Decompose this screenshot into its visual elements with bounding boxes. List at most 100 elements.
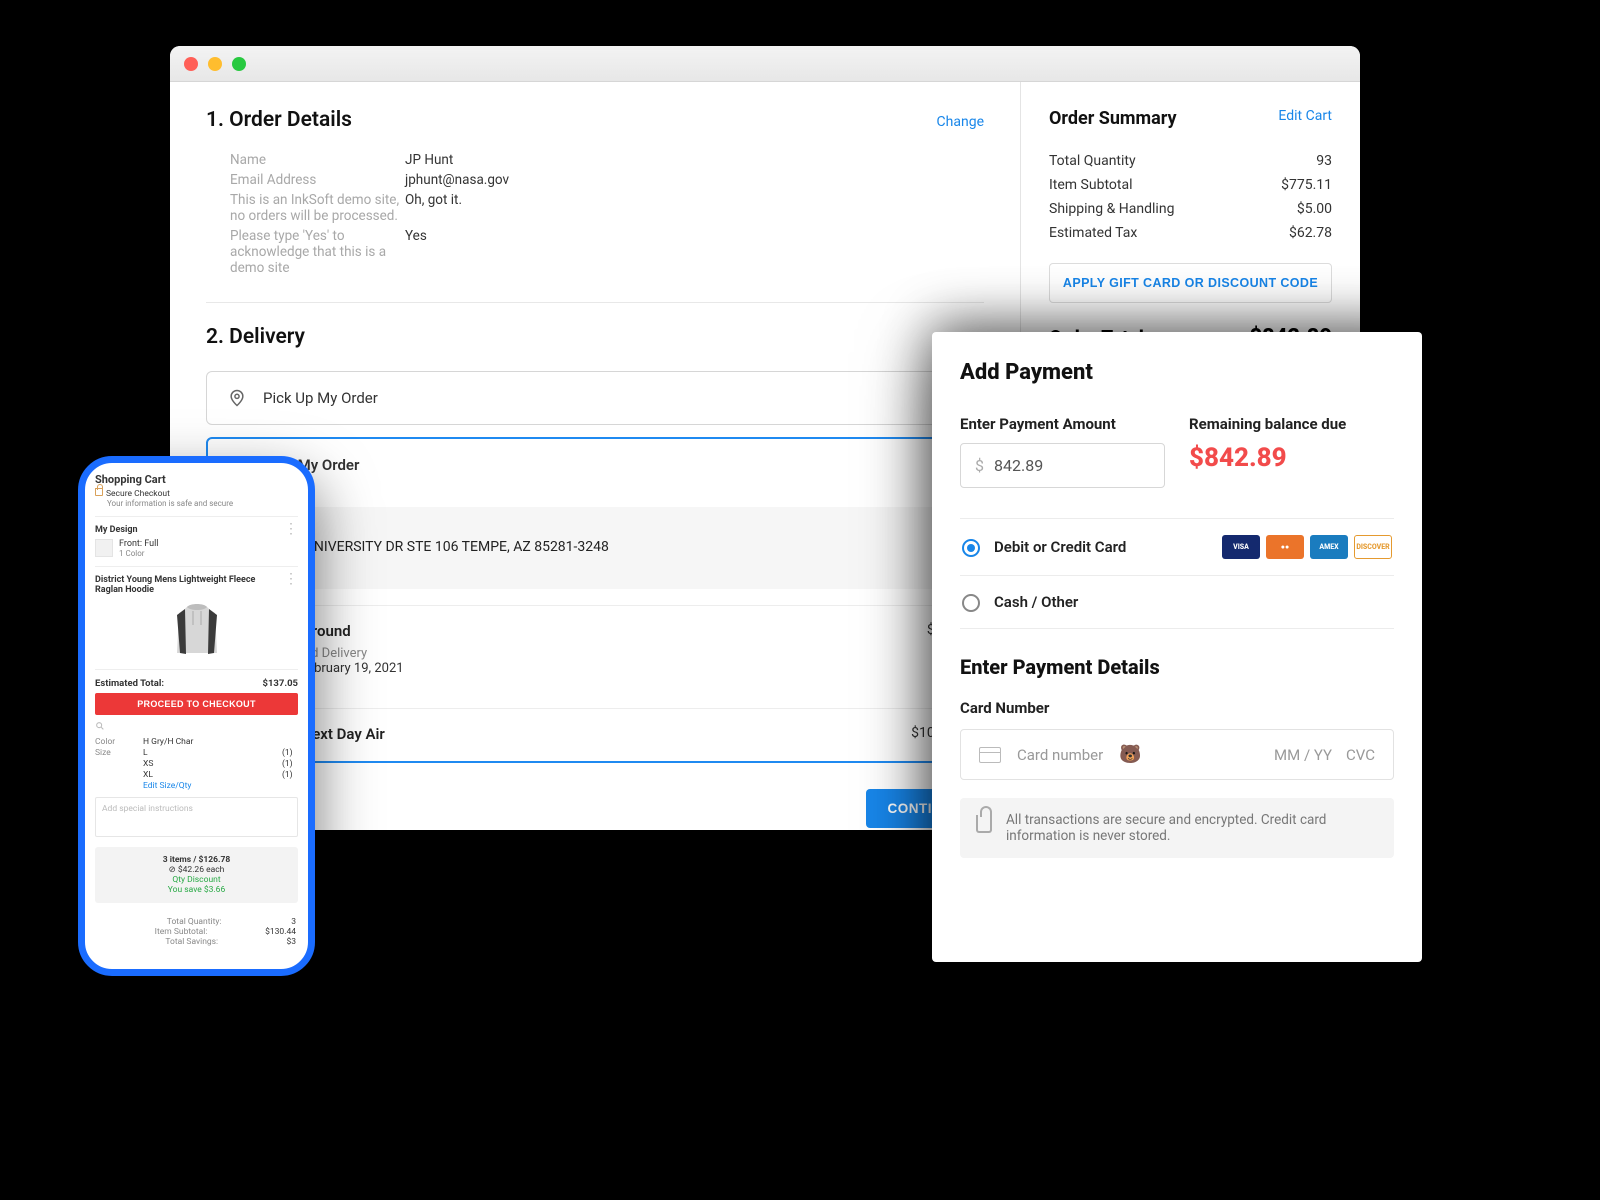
close-window-icon[interactable] (184, 57, 198, 71)
radio-icon (962, 594, 980, 612)
size-table: ColorH Gry/H Char SizeL(1) XS(1) XL(1) E… (95, 737, 298, 791)
product-name: District Young Mens Lightweight Fleece R… (95, 575, 275, 595)
payment-amount-label: Enter Payment Amount (960, 415, 1165, 433)
summary-value: 93 (1316, 153, 1332, 169)
summary-label: Estimated Tax (1049, 225, 1137, 241)
lock-icon (976, 815, 992, 833)
payment-amount-value: 842.89 (994, 456, 1043, 475)
ship-option-header[interactable]: Ship My Order (208, 439, 982, 491)
window-titlebar (170, 46, 1360, 82)
line-summary-box: 3 items / $126.78 ⊘ $42.26 each Qty Disc… (95, 847, 298, 903)
detail-label: This is an InkSoft demo site, no orders … (230, 192, 405, 224)
bottom-qty-label: Total Quantity: (97, 917, 291, 927)
minimize-window-icon[interactable] (208, 57, 222, 71)
detail-value: Oh, got it. (405, 192, 462, 208)
est-total-label: Estimated Total: (95, 678, 164, 689)
maximize-window-icon[interactable] (232, 57, 246, 71)
color-value: H Gry/H Char (143, 737, 282, 747)
summary-label: Item Subtotal (1049, 177, 1132, 193)
summary-label: Total Quantity (1049, 153, 1136, 169)
card-brand-icons: VISA ●● AMEX DISCOVER (1222, 535, 1392, 559)
more-icon[interactable]: ⋮ (284, 525, 298, 533)
mobile-cart-title: Shopping Cart (95, 473, 298, 486)
bottom-summary: Total Quantity:3 Item Subtotal:$130.44 T… (95, 917, 298, 947)
lock-icon (95, 488, 103, 496)
bear-icon: 🐻 (1119, 744, 1141, 765)
card-icon (979, 747, 1001, 763)
ship-to-address: 1830 W UNIVERSITY DR STE 106 TEMPE, AZ 8… (254, 539, 962, 555)
bottom-sav-label: Total Savings: (97, 937, 286, 947)
detail-label: Name (230, 152, 405, 168)
detail-value: jphunt@nasa.gov (405, 172, 509, 188)
amex-icon: AMEX (1310, 535, 1348, 559)
size-name: XL (143, 770, 153, 780)
bottom-sav-value: $3 (286, 937, 296, 947)
change-address-link[interactable]: Change (254, 559, 962, 575)
line1: 3 items / $126.78 (99, 855, 294, 865)
detail-value: JP Hunt (405, 152, 453, 168)
est-total-value: $137.05 (263, 678, 298, 689)
product-thumbnail (165, 601, 229, 661)
card-number-placeholder: Card number (1017, 746, 1103, 764)
order-details-change-link[interactable]: Change (937, 114, 984, 130)
radio-icon (962, 539, 980, 557)
card-expiry-placeholder: MM / YY (1274, 746, 1332, 764)
order-details-list: NameJP Hunt Email Addressjphunt@nasa.gov… (230, 152, 984, 276)
mobile-cart-preview: Shopping Cart Secure Checkout Your infor… (78, 456, 315, 976)
card-cvc-placeholder: CVC (1346, 746, 1375, 764)
size-name: L (143, 748, 148, 758)
secure-notice: All transactions are secure and encrypte… (960, 798, 1394, 858)
color-header: Color (95, 737, 143, 747)
qty-discount-label: Qty Discount (99, 875, 294, 885)
ship-rate-option[interactable]: UPS - Next Day Air$100.00 (208, 708, 982, 761)
detail-label: Please type 'Yes' to acknowledge that th… (230, 228, 405, 276)
payment-amount-input[interactable]: $ 842.89 (960, 443, 1165, 488)
payment-method-card[interactable]: Debit or Credit Card VISA ●● AMEX DISCOV… (960, 519, 1394, 576)
card-number-input[interactable]: Card number 🐻 MM / YY CVC (960, 729, 1394, 780)
card-number-label: Card Number (960, 699, 1394, 717)
location-pin-icon (227, 388, 247, 408)
apply-discount-button[interactable]: APPLY GIFT CARD OR DISCOUNT CODE (1049, 263, 1332, 303)
more-icon[interactable]: ⋮ (284, 575, 298, 583)
remaining-balance-value: $842.89 (1189, 443, 1394, 473)
mobile-secure-label: Secure Checkout (106, 489, 170, 499)
size-row: XL (143, 770, 282, 780)
edit-cart-link[interactable]: Edit Cart (1278, 108, 1332, 124)
search-icon[interactable] (95, 721, 105, 731)
payment-details-title: Enter Payment Details (960, 655, 1394, 679)
each-price: $42.26 each (178, 865, 225, 875)
you-save-label: You save $3.66 (99, 885, 294, 895)
payment-method-label: Cash / Other (994, 593, 1078, 611)
summary-title: Order Summary (1049, 108, 1177, 129)
summary-label: Shipping & Handling (1049, 201, 1174, 217)
size-row: L (143, 748, 282, 758)
edit-size-qty-link[interactable]: Edit Size/Qty (143, 781, 282, 791)
color-count: 1 Color (119, 549, 159, 558)
bottom-qty-value: 3 (291, 917, 296, 927)
detail-label: Email Address (230, 172, 405, 188)
size-qty: (1) (282, 770, 298, 780)
bottom-sub-value: $130.44 (265, 927, 296, 937)
summary-value: $62.78 (1289, 225, 1332, 241)
bottom-sub-label: Item Subtotal: (97, 927, 265, 937)
pickup-option[interactable]: Pick Up My Order (206, 371, 984, 425)
payment-method-label: Debit or Credit Card (994, 538, 1126, 556)
secure-text: All transactions are secure and encrypte… (1006, 812, 1378, 844)
mobile-secure-sub: Your information is safe and secure (107, 499, 298, 508)
design-title: My Design (95, 525, 138, 535)
delivery-title: 2. Delivery (206, 325, 984, 349)
size-name: XS (143, 759, 153, 769)
payment-method-cash[interactable]: Cash / Other (960, 576, 1394, 629)
proceed-to-checkout-button[interactable]: PROCEED TO CHECKOUT (95, 693, 298, 715)
discover-icon: DISCOVER (1354, 535, 1392, 559)
summary-value: $775.11 (1281, 177, 1332, 193)
visa-icon: VISA (1222, 535, 1260, 559)
ship-to-block: Ship to 1830 W UNIVERSITY DR STE 106 TEM… (208, 507, 982, 589)
mastercard-icon: ●● (1266, 535, 1304, 559)
add-payment-title: Add Payment (960, 360, 1394, 385)
order-details-title: 1. Order Details (206, 108, 352, 132)
ship-rate-option[interactable]: UPS - Ground$5.00 Estimated DeliveryFrid… (208, 605, 982, 692)
special-instructions-input[interactable]: Add special instructions (95, 797, 298, 837)
pickup-label: Pick Up My Order (263, 389, 378, 407)
add-payment-panel: Add Payment Enter Payment Amount $ 842.8… (932, 332, 1422, 962)
